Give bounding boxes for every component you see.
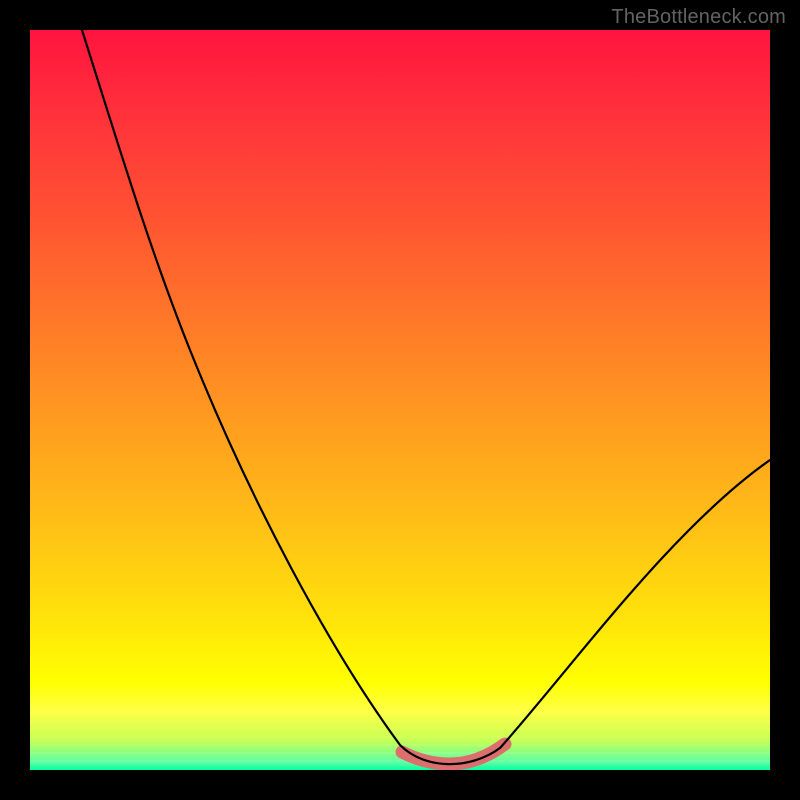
watermark-text: TheBottleneck.com: [611, 6, 786, 29]
plot-area: [30, 30, 770, 770]
chart-gradient-background: [30, 30, 770, 770]
